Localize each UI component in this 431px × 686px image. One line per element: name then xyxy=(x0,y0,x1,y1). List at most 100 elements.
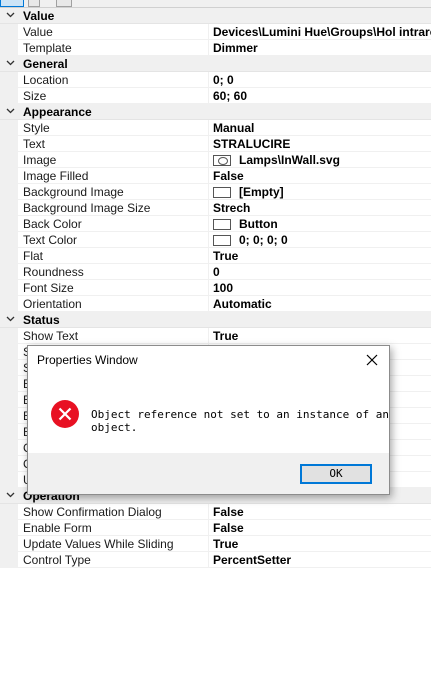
category-general[interactable]: General xyxy=(0,56,431,72)
categorized-view-button[interactable] xyxy=(0,0,24,7)
chevron-down-icon[interactable] xyxy=(6,10,15,19)
row-gutter xyxy=(0,120,18,136)
property-value[interactable]: True xyxy=(213,537,431,551)
error-icon xyxy=(51,400,79,428)
property-row[interactable]: Style Manual xyxy=(0,120,431,136)
row-gutter xyxy=(0,152,18,168)
property-value[interactable]: Automatic xyxy=(213,297,431,311)
property-value[interactable]: PercentSetter xyxy=(213,553,431,567)
row-gutter xyxy=(0,88,18,104)
alphabetical-view-button[interactable] xyxy=(28,0,40,7)
property-name: Size xyxy=(23,89,47,103)
property-value[interactable]: False xyxy=(213,505,431,519)
dialog-title: Properties Window xyxy=(37,353,138,367)
row-gutter xyxy=(0,440,18,456)
row-gutter xyxy=(0,168,18,184)
property-row[interactable]: Enable Form False xyxy=(0,520,431,536)
column-divider xyxy=(208,200,209,216)
property-row[interactable]: Flat True xyxy=(0,248,431,264)
category-status[interactable]: Status xyxy=(0,312,431,328)
property-value-text: STRALUCIRE xyxy=(213,137,291,151)
property-value[interactable]: 0; 0 xyxy=(213,73,431,87)
property-row[interactable]: Image Filled False xyxy=(0,168,431,184)
property-value[interactable]: [Empty] xyxy=(213,185,431,199)
property-name: Location xyxy=(23,73,69,87)
property-value-text: Manual xyxy=(213,121,255,135)
property-value[interactable]: True xyxy=(213,249,431,263)
row-gutter xyxy=(0,216,18,232)
property-value[interactable]: Devices\Lumini Hue\Groups\Hol intrare xyxy=(213,25,431,39)
chevron-down-icon[interactable] xyxy=(6,314,15,323)
property-name: Font Size xyxy=(23,281,74,295)
color-swatch-icon xyxy=(213,187,231,198)
property-value[interactable]: False xyxy=(213,521,431,535)
category-label: Status xyxy=(23,313,60,327)
property-name: Text Color xyxy=(23,233,78,247)
property-value-text: False xyxy=(213,169,244,183)
property-value[interactable]: Button xyxy=(213,217,431,231)
close-icon[interactable] xyxy=(363,351,381,369)
property-value[interactable]: 0; 0; 0; 0 xyxy=(213,233,431,247)
property-row[interactable]: Template Dimmer xyxy=(0,40,431,56)
toolbar-strip xyxy=(0,0,431,8)
property-value[interactable]: False xyxy=(213,169,431,183)
column-divider xyxy=(208,136,209,152)
row-gutter xyxy=(0,184,18,200)
property-pages-button[interactable] xyxy=(56,0,72,7)
property-row[interactable]: Text STRALUCIRE xyxy=(0,136,431,152)
chevron-down-icon[interactable] xyxy=(6,58,15,67)
property-row[interactable]: Image Lamps\InWall.svg xyxy=(0,152,431,168)
color-swatch-icon xyxy=(213,235,231,246)
property-value-text: Dimmer xyxy=(213,41,258,55)
column-divider xyxy=(208,216,209,232)
property-row[interactable]: Roundness 0 xyxy=(0,264,431,280)
property-value-text: 0 xyxy=(213,265,220,279)
property-name: Style xyxy=(23,121,50,135)
property-value[interactable]: 100 xyxy=(213,281,431,295)
property-value-text: False xyxy=(213,521,244,535)
property-row[interactable]: Size 60; 60 xyxy=(0,88,431,104)
category-appearance[interactable]: Appearance xyxy=(0,104,431,120)
category-value[interactable]: Value xyxy=(0,8,431,24)
property-value[interactable]: Strech xyxy=(213,201,431,215)
row-gutter xyxy=(0,200,18,216)
row-gutter xyxy=(0,248,18,264)
property-name: Roundness xyxy=(23,265,84,279)
ok-button[interactable]: OK xyxy=(300,464,372,484)
property-name: Update Values While Sliding xyxy=(23,537,174,551)
column-divider xyxy=(208,552,209,568)
property-row[interactable]: Text Color 0; 0; 0; 0 xyxy=(0,232,431,248)
property-value[interactable]: Dimmer xyxy=(213,41,431,55)
property-value[interactable]: Lamps\InWall.svg xyxy=(213,153,431,167)
property-row[interactable]: Orientation Automatic xyxy=(0,296,431,312)
property-value[interactable]: 0 xyxy=(213,265,431,279)
property-row[interactable]: Show Confirmation Dialog False xyxy=(0,504,431,520)
property-name: Template xyxy=(23,41,72,55)
column-divider xyxy=(208,328,209,344)
property-row[interactable]: Update Values While Sliding True xyxy=(0,536,431,552)
property-row[interactable]: Background Image Size Strech xyxy=(0,200,431,216)
property-value[interactable]: STRALUCIRE xyxy=(213,137,431,151)
property-row[interactable]: Value Devices\Lumini Hue\Groups\Hol intra… xyxy=(0,24,431,40)
chevron-down-icon[interactable] xyxy=(6,490,15,499)
property-value[interactable]: Manual xyxy=(213,121,431,135)
property-name: Background Image xyxy=(23,185,124,199)
property-row[interactable]: Control Type PercentSetter xyxy=(0,552,431,568)
property-value[interactable]: True xyxy=(213,329,431,343)
property-name: Value xyxy=(23,25,53,39)
property-row[interactable]: Background Image [Empty] xyxy=(0,184,431,200)
property-row[interactable]: Font Size 100 xyxy=(0,280,431,296)
column-divider xyxy=(208,232,209,248)
row-gutter xyxy=(0,232,18,248)
row-gutter xyxy=(0,520,18,536)
property-row[interactable]: Back Color Button xyxy=(0,216,431,232)
row-gutter xyxy=(0,552,18,568)
property-row[interactable]: Location 0; 0 xyxy=(0,72,431,88)
property-row[interactable]: Show Text True xyxy=(0,328,431,344)
property-value-text: 0; 0; 0; 0 xyxy=(239,233,288,247)
category-label: Appearance xyxy=(23,105,92,119)
property-value[interactable]: 60; 60 xyxy=(213,89,431,103)
property-value-text: 100 xyxy=(213,281,234,295)
column-divider xyxy=(208,520,209,536)
chevron-down-icon[interactable] xyxy=(6,106,15,115)
